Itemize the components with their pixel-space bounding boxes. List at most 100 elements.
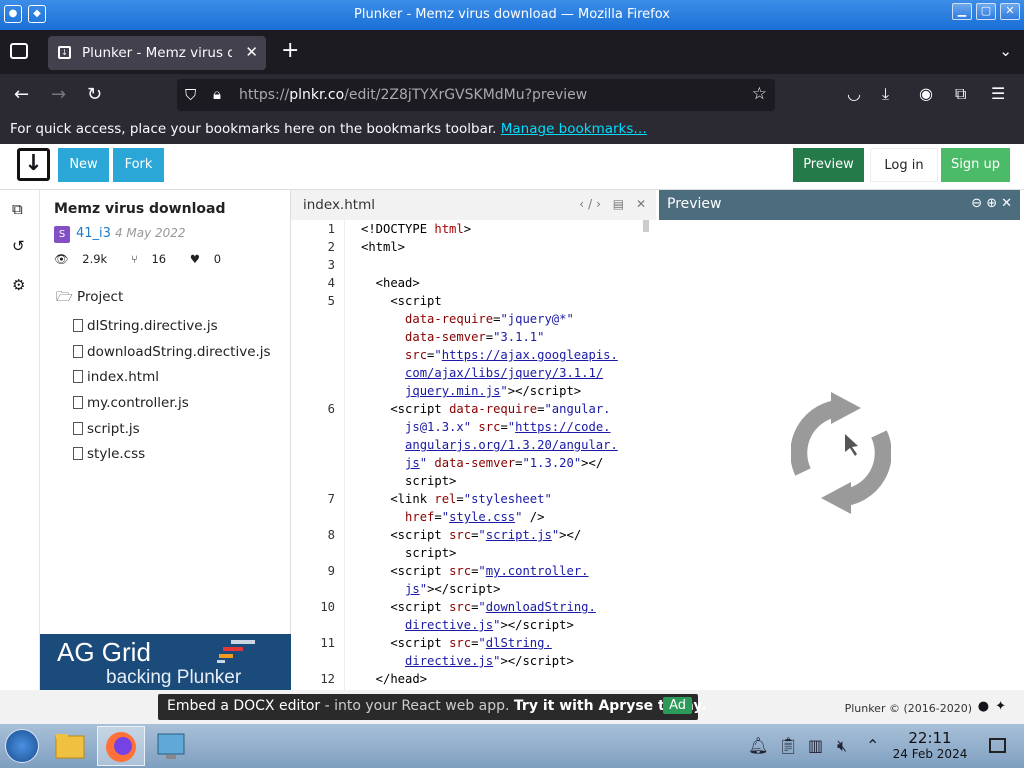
show-desktop-icon[interactable]	[989, 738, 1006, 753]
zoom-in-icon[interactable]: ⊕	[986, 196, 1001, 211]
save-icon[interactable]: ▤	[613, 197, 628, 211]
code-editor-pane: index.html ‹/› ▤ ✕ 1 2 3 4 5 6 7 8 9 10 …	[291, 190, 656, 690]
github-icon[interactable]: ●	[978, 699, 995, 714]
twitter-icon[interactable]: ✦	[995, 699, 1012, 714]
extensions-icon[interactable]: ⧉	[955, 84, 966, 104]
code-icon[interactable]: ‹/›	[579, 197, 605, 211]
code-line: src="https://ajax.googleapis.	[405, 348, 618, 362]
gear-icon[interactable]: ⚙	[12, 276, 25, 294]
new-tab-button[interactable]: +	[281, 38, 299, 63]
clipboard-icon[interactable]: 📋︎	[778, 736, 798, 755]
tab-label: Plunker - Memz virus dow	[82, 45, 232, 61]
tab-plunker[interactable]: ↓ Plunker - Memz virus dow ✕	[48, 36, 266, 70]
eye-icon: 👁︎	[54, 252, 69, 266]
heart-icon: ♥	[189, 252, 201, 266]
account-icon[interactable]: ◉	[919, 84, 933, 103]
lock-icon[interactable]: 🔒︎	[213, 85, 221, 103]
editor-scrollbar[interactable]	[643, 220, 649, 232]
avatar[interactable]: S	[54, 226, 70, 243]
file-item[interactable]: index.html	[73, 369, 271, 395]
close-window-button[interactable]: ✕	[1000, 3, 1020, 20]
preview-button[interactable]: Preview	[793, 148, 864, 182]
url-path: /edit/2Z8jTYXrGVSKMdMu?preview	[344, 87, 588, 103]
code-line: <!DOCTYPE html>	[361, 222, 472, 236]
url-text[interactable]: https://plnkr.co/edit/2Z8jTYXrGVSKMdMu?p…	[239, 87, 587, 103]
file-item[interactable]: downloadString.directive.js	[73, 344, 271, 370]
clock[interactable]: 22:11 24 Feb 2024	[890, 729, 970, 761]
code-line: js"></script>	[405, 582, 501, 596]
volume-muted-icon[interactable]: 🔇︎	[837, 736, 847, 756]
close-icon[interactable]: ✕	[636, 197, 650, 211]
docx-ad-bar[interactable]: Embed a DOCX editor - into your React we…	[158, 694, 707, 720]
code-line: js@1.3.x" src="https://code.	[405, 420, 611, 434]
file-item[interactable]: script.js	[73, 421, 271, 447]
back-arrow-icon[interactable]: ←	[14, 84, 29, 105]
project-date: 4 May 2022	[114, 226, 186, 240]
code-line: <script src="script.js"></	[361, 528, 582, 542]
fork-button[interactable]: Fork	[113, 148, 164, 182]
window-title: Plunker - Memz virus download — Mozilla …	[354, 7, 670, 22]
fork-icon: ⑂	[130, 252, 138, 266]
code-line: com/ajax/libs/jquery/3.1.1/	[405, 366, 604, 380]
plunker-logo-icon[interactable]: ↓	[17, 148, 50, 181]
start-button[interactable]	[5, 729, 39, 763]
url-bar[interactable]: ⛉ 🔒︎ https://plnkr.co/edit/2Z8jTYXrGVSKM…	[177, 79, 775, 111]
author-link[interactable]: 41_i3	[76, 226, 111, 241]
reload-icon[interactable]: ↻	[87, 84, 102, 105]
project-stats: 👁︎ 2.9k ⑂ 16 ♥ 0	[54, 252, 241, 266]
file-manager-taskbar-icon[interactable]	[50, 726, 98, 766]
ag-grid-sponsor-banner[interactable]: AG Grid backing Plunker	[40, 634, 291, 690]
login-button[interactable]: Log in	[870, 148, 938, 182]
file-item[interactable]: dlString.directive.js	[73, 318, 271, 344]
system-settings-taskbar-icon[interactable]	[150, 726, 198, 766]
bookmarks-toolbar: For quick access, place your bookmarks h…	[0, 116, 1024, 144]
manage-bookmarks-link[interactable]: Manage bookmarks…	[501, 121, 647, 137]
list-all-tabs-icon[interactable]	[10, 43, 28, 59]
forward-arrow-icon[interactable]: →	[51, 84, 66, 105]
code-line: <script src="my.controller.	[361, 564, 589, 578]
download-icon[interactable]: ⤓	[882, 84, 889, 104]
bookmark-star-icon[interactable]: ☆	[752, 84, 767, 104]
code-line: href="style.css" />	[405, 510, 545, 524]
loading-spinner-icon	[791, 392, 891, 514]
navigation-toolbar: ← → ↻ ⛉ 🔒︎ https://plnkr.co/edit/2Z8jTYX…	[0, 74, 1024, 116]
pocket-icon[interactable]: ◡	[847, 84, 861, 103]
hamburger-menu-icon[interactable]: ☰	[991, 84, 1005, 103]
line-number: 5	[327, 294, 335, 308]
file-icon	[73, 344, 83, 358]
file-item[interactable]: my.controller.js	[73, 395, 271, 421]
new-button[interactable]: New	[58, 148, 109, 182]
likes-stat[interactable]: ♥ 0	[190, 252, 231, 266]
code-line: script>	[361, 546, 457, 560]
project-panel: Memz virus download S 41_i3 4 May 2022 👁︎ …	[40, 190, 291, 690]
zoom-out-icon[interactable]: ⊖	[971, 196, 986, 211]
line-number: 11	[320, 636, 335, 650]
preview-pane: Preview ⊖⊕✕	[659, 190, 1020, 690]
line-number: 12	[320, 672, 335, 686]
url-scheme: https://	[239, 87, 290, 103]
project-folder[interactable]: 🗁︎ Project	[56, 287, 271, 310]
battery-icon[interactable]: ▥	[808, 736, 823, 755]
file-label: style.css	[87, 446, 146, 463]
firefox-taskbar-button[interactable]	[97, 726, 145, 766]
history-icon[interactable]: ↺	[12, 237, 25, 255]
signup-button[interactable]: Sign up	[941, 148, 1010, 182]
files-icon[interactable]: ⧉	[12, 200, 23, 218]
shield-icon[interactable]: ⛉	[185, 86, 196, 104]
tab-close-icon[interactable]: ✕	[245, 43, 258, 61]
notification-bell-icon[interactable]: 🔔︎	[748, 736, 768, 755]
code-line: <script src="downloadString.	[361, 600, 596, 614]
file-item[interactable]: style.css	[73, 446, 271, 472]
code-line: angularjs.org/1.3.20/angular.	[405, 438, 618, 452]
maximize-button[interactable]: ▢	[976, 3, 996, 20]
close-icon[interactable]: ✕	[1001, 196, 1016, 211]
code-line: directive.js"></script>	[405, 618, 574, 632]
likes-count: 0	[213, 252, 222, 266]
file-tree: 🗁︎ Project dlString.directive.js downloa…	[56, 287, 271, 472]
editor-actions: ‹/› ▤ ✕	[579, 197, 650, 211]
chevron-down-icon[interactable]: ⌄	[999, 42, 1012, 60]
minimize-button[interactable]: ▁	[952, 3, 972, 20]
line-number: 3	[327, 258, 335, 272]
file-label: dlString.directive.js	[87, 318, 218, 334]
chevron-up-icon[interactable]: ⌃	[866, 736, 879, 755]
